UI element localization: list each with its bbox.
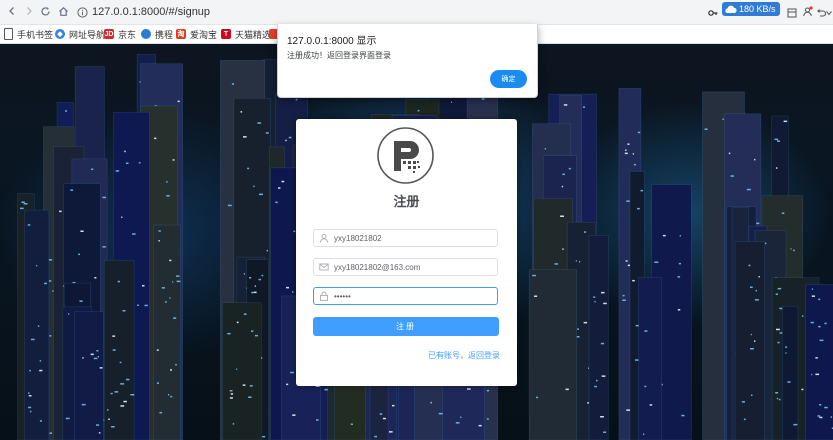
browser-toolbar: 127.0.0.1:8000/#/signup 180 KB/s <box>0 0 833 25</box>
dialog-message: 注册成功！返回登录界面登录 <box>287 51 391 60</box>
bookmark-label: 携程 <box>155 29 174 40</box>
email-input[interactable] <box>334 260 494 274</box>
bookmark-label: 网址导航 <box>69 29 106 40</box>
back-to-login-link[interactable]: 已有账号，返回登录 <box>428 350 500 361</box>
mail-icon <box>319 263 329 271</box>
logo-icon <box>377 127 434 184</box>
username-field[interactable] <box>313 229 498 247</box>
info-icon[interactable] <box>77 6 88 18</box>
username-input[interactable] <box>334 231 494 245</box>
page-title: 注册 <box>393 195 420 210</box>
download-speed-badge[interactable]: 180 KB/s <box>722 2 780 16</box>
dialog-title: 127.0.0.1:8000 显示 <box>287 36 377 47</box>
extension-area: 180 KB/s <box>708 2 833 22</box>
password-input[interactable] <box>334 289 494 303</box>
bookmark-label: 爱淘宝 <box>190 29 218 40</box>
bookmark-navigation[interactable]: ◆ 网址导航 <box>55 27 105 41</box>
bookmark-label: 京东 <box>118 29 137 40</box>
taobao-icon: 淘 <box>176 29 186 39</box>
chevron-down-icon[interactable] <box>826 10 832 16</box>
bookmark-tmall[interactable]: T 天猫精选 <box>221 27 271 41</box>
jd-icon: JD <box>104 29 114 39</box>
password-field[interactable] <box>313 287 498 305</box>
back-icon[interactable] <box>4 3 20 19</box>
bookmark-label: 手机书签 <box>17 29 54 40</box>
bookmark-mobile[interactable]: 手机书签 <box>4 27 53 41</box>
key-icon[interactable] <box>708 8 718 18</box>
bookmark-label: 天猫精选 <box>235 29 272 40</box>
ctrip-icon <box>141 29 151 39</box>
signup-button[interactable]: 注册 <box>313 317 499 336</box>
speed-text: 180 KB/s <box>739 4 776 14</box>
tmall-icon: T <box>221 29 231 39</box>
tab-grid-icon[interactable] <box>787 8 797 18</box>
home-icon[interactable] <box>55 3 71 19</box>
compass-icon: ◆ <box>55 29 65 39</box>
bookmark-jd[interactable]: JD 京东 <box>104 27 136 41</box>
reload-icon[interactable] <box>37 3 53 19</box>
bookmark-ctrip[interactable]: 携程 <box>141 27 173 41</box>
alert-dialog: 127.0.0.1:8000 显示 注册成功！返回登录界面登录 确定 <box>277 24 538 98</box>
bookmark-taobao[interactable]: 淘 爱淘宝 <box>176 27 217 41</box>
signup-card: 注册 注册 已有账号，返回登录 <box>296 119 517 386</box>
address-bar[interactable]: 127.0.0.1:8000/#/signup <box>77 3 717 21</box>
email-field[interactable] <box>313 258 498 276</box>
lock-icon <box>320 291 328 301</box>
forward-icon[interactable] <box>21 3 37 19</box>
user-icon[interactable] <box>802 6 813 17</box>
cloud-icon <box>725 5 737 13</box>
mobile-icon <box>4 28 13 40</box>
user-icon <box>319 233 329 243</box>
ok-button[interactable]: 确定 <box>490 70 527 88</box>
url-text: 127.0.0.1:8000/#/signup <box>92 6 211 18</box>
undo-icon[interactable] <box>816 8 826 18</box>
